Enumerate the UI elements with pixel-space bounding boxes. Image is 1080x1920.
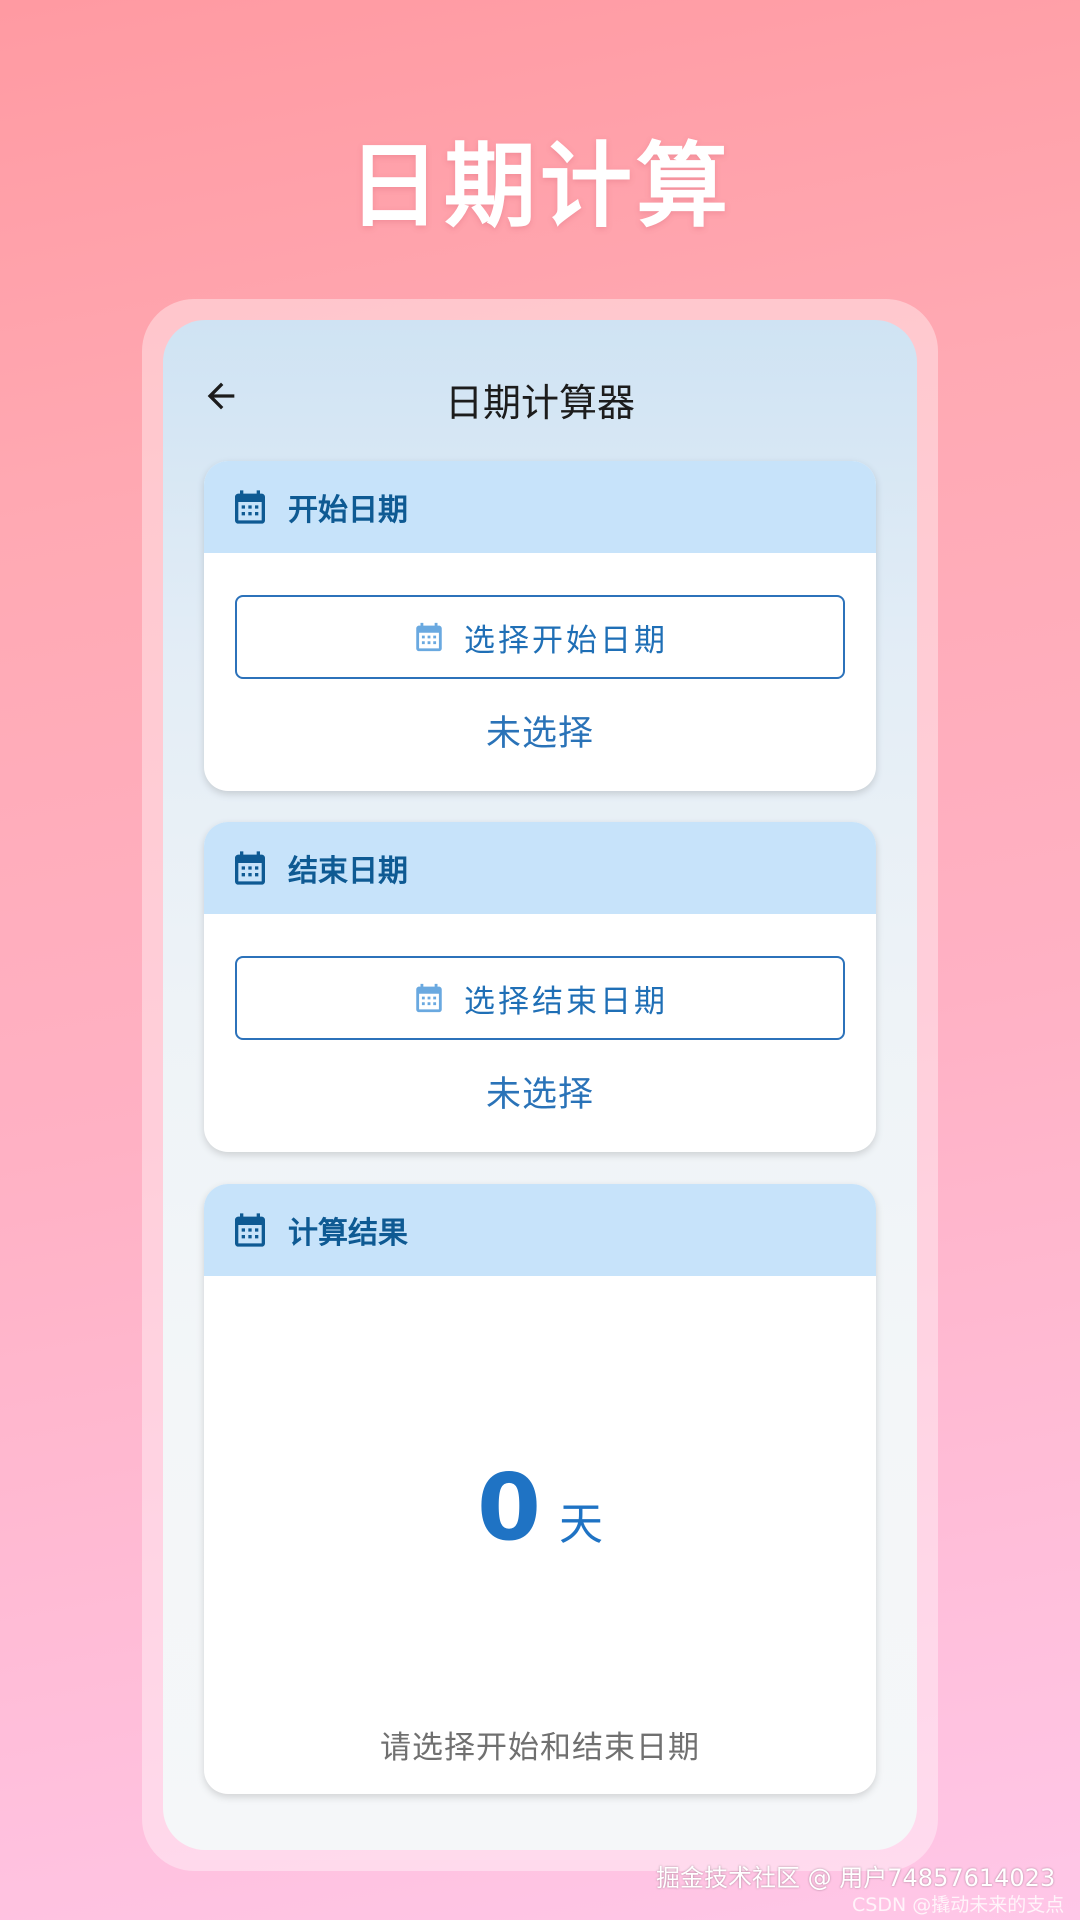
result-days-unit: 天 xyxy=(559,1499,603,1550)
select-start-date-button[interactable]: 选择开始日期 xyxy=(235,595,845,679)
end-date-title: 结束日期 xyxy=(288,854,408,889)
start-date-title: 开始日期 xyxy=(288,493,408,528)
app-bar: 日期计算器 xyxy=(163,320,917,460)
select-start-date-label: 选择开始日期 xyxy=(464,622,668,659)
result-title: 计算结果 xyxy=(288,1216,408,1251)
promo-title: 日期计算 xyxy=(347,133,732,240)
app-screen: 日期计算器 开始日期 选择开始日期 未选择 结束日期 选择结束日期 未选择 计算… xyxy=(163,320,917,1850)
watermark-juejin: 掘金技术社区 @ 用户74857614023 xyxy=(656,1864,1056,1892)
result-hint: 请选择开始和结束日期 xyxy=(380,1730,700,1766)
end-date-header: 结束日期 xyxy=(204,822,876,914)
end-date-status: 未选择 xyxy=(485,1075,594,1115)
result-value: 0 天 xyxy=(204,1454,876,1561)
watermark-csdn: CSDN @撬动未来的支点 xyxy=(852,1894,1065,1916)
calendar-icon xyxy=(412,981,446,1015)
result-header: 计算结果 xyxy=(204,1184,876,1276)
start-date-status: 未选择 xyxy=(485,714,594,754)
select-end-date-button[interactable]: 选择结束日期 xyxy=(235,956,845,1040)
result-card: 计算结果 0 天 请选择开始和结束日期 xyxy=(204,1184,876,1794)
end-date-card: 结束日期 选择结束日期 未选择 xyxy=(204,822,876,1152)
calendar-icon xyxy=(230,487,270,527)
result-days-number: 0 xyxy=(476,1454,541,1561)
calendar-icon xyxy=(412,620,446,654)
start-date-header: 开始日期 xyxy=(204,461,876,553)
calendar-icon xyxy=(230,1210,270,1250)
calendar-icon xyxy=(230,848,270,888)
start-date-card: 开始日期 选择开始日期 未选择 xyxy=(204,461,876,791)
app-title: 日期计算器 xyxy=(444,381,635,425)
select-end-date-label: 选择结束日期 xyxy=(464,983,668,1020)
